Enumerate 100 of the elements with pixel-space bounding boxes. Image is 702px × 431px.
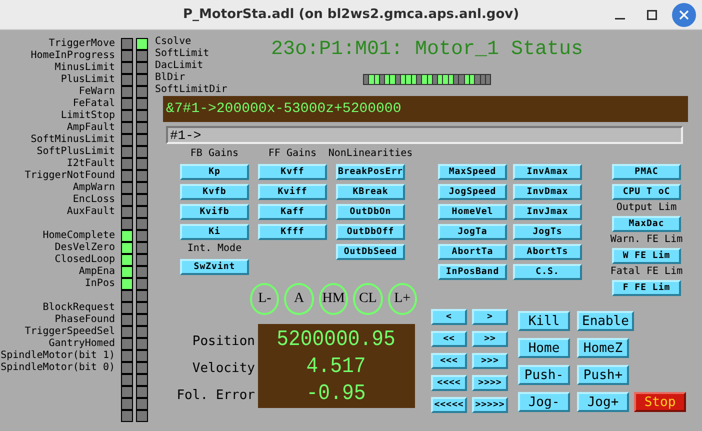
bit-label: Csolve (155, 36, 192, 48)
bit-label: AmpEna (78, 266, 115, 278)
readback-value: 4.517 (306, 353, 366, 380)
jog-button[interactable]: > (472, 309, 508, 325)
action-button[interactable]: HomeZ (577, 338, 629, 358)
readback-label: Fol. Error (176, 387, 255, 405)
gain-button[interactable]: Ki (180, 224, 249, 240)
bit-label: AmpWarn (72, 182, 115, 194)
bit-label: MinusLimit (54, 62, 115, 74)
close-button[interactable] (672, 3, 696, 27)
motion-button[interactable]: JogTs (513, 224, 582, 240)
motion-button[interactable]: InvAmax (513, 164, 582, 180)
maximize-icon (647, 10, 657, 20)
gain-button[interactable]: OutDbOff (336, 224, 405, 240)
action-button[interactable]: Enable (577, 311, 634, 331)
gain-button[interactable]: KBreak (336, 184, 405, 200)
action-button[interactable]: Kill (518, 311, 570, 331)
gain-button[interactable]: Kfff (258, 224, 327, 240)
jog-button[interactable]: >> (472, 331, 508, 347)
bit-label: SoftMinusLimit (30, 134, 115, 146)
group-heading: Fatal FE Lim (610, 266, 683, 278)
bit-label: DesVelZero (54, 242, 115, 254)
gain-button[interactable]: Kvfb (180, 184, 249, 200)
bit-label: AuxFault (66, 206, 115, 218)
gain-button[interactable]: Kp (180, 164, 249, 180)
limit-indicator: L+ (388, 283, 418, 315)
jog-button[interactable]: <<<<< (431, 397, 467, 413)
motion-button[interactable]: HomeVel (438, 204, 507, 220)
group-heading: Output Lim (616, 202, 677, 214)
action-button[interactable]: Push- (518, 365, 570, 385)
readback-label: Velocity (192, 360, 255, 378)
motion-button[interactable]: InvJmax (513, 204, 582, 220)
motion-button[interactable]: C.S. (513, 264, 582, 280)
bit-label: FeWarn (78, 86, 115, 98)
bit-label: SoftLimitDir (155, 84, 228, 96)
group-heading: FF Gains (268, 148, 317, 160)
group-heading: FB Gains (190, 148, 239, 160)
readback-label: Position (192, 333, 255, 351)
jog-button[interactable]: >>>>> (472, 397, 508, 413)
limit-indicator: CL (353, 283, 383, 315)
gain-button[interactable]: OutDbSeed (336, 244, 405, 260)
action-button[interactable]: Jog- (518, 392, 570, 412)
gain-button[interactable]: Kvff (258, 164, 327, 180)
bit-label: BlDir (155, 72, 186, 84)
action-button[interactable]: Push+ (577, 365, 629, 385)
group-heading: NonLinearities (328, 148, 413, 160)
bit-label: SpindleMotor(bit 0) (0, 362, 115, 374)
close-icon (679, 10, 689, 20)
motion-button[interactable]: MaxSpeed (438, 164, 507, 180)
group-heading: Warn. FE Lim (610, 234, 683, 246)
limit-button[interactable]: W FE Lim (612, 248, 681, 264)
gain-button[interactable]: Kviff (258, 184, 327, 200)
bit-label: SoftLimit (155, 48, 210, 60)
jog-button[interactable]: <<< (431, 353, 467, 369)
pmac-button[interactable]: CPU T oC (612, 184, 681, 200)
limit-indicator: L- (250, 283, 280, 315)
jog-button[interactable]: < (431, 309, 467, 325)
screen-title: 23o:P1:M01: Motor_1 Status (271, 37, 584, 63)
limit-button[interactable]: F FE Lim (612, 280, 681, 296)
bit-label: EncLoss (72, 194, 115, 206)
bit-label: TriggerMove (48, 38, 115, 50)
bit-label: ClosedLoop (54, 254, 115, 266)
jog-button[interactable]: >>> (472, 353, 508, 369)
bit-label: SpindleMotor(bit 1) (0, 350, 115, 362)
group-heading: Int. Mode (187, 243, 242, 255)
motion-button[interactable]: JogSpeed (438, 184, 507, 200)
bit-label: PlusLimit (60, 74, 115, 86)
gain-button[interactable]: Kaff (258, 204, 327, 220)
jog-button[interactable]: >>>> (472, 375, 508, 391)
command-field[interactable]: #1-> (166, 126, 683, 144)
jog-button[interactable]: <<<< (431, 375, 467, 391)
gain-button[interactable]: BreakPosErr (336, 164, 405, 180)
mode-button[interactable]: SwZvint (180, 259, 249, 275)
motion-button[interactable]: AbortTa (438, 244, 507, 260)
bit-label: SoftPlusLimit (36, 146, 115, 158)
motion-button[interactable]: InvDmax (513, 184, 582, 200)
bit-label: FeFatal (72, 98, 115, 110)
readback-value: -0.95 (306, 380, 366, 407)
gain-button[interactable]: Kvifb (180, 204, 249, 220)
limit-button[interactable]: MaxDac (612, 216, 681, 232)
readback-value: 5200000.95 (277, 326, 396, 353)
motion-button[interactable]: AbortTs (513, 244, 582, 260)
action-button[interactable]: Jog+ (577, 392, 629, 412)
action-button[interactable]: Home (518, 338, 570, 358)
motion-button[interactable]: JogTa (438, 224, 507, 240)
bit-label: InPos (84, 278, 115, 290)
bit-label: TriggerNotFound (24, 170, 115, 182)
bit-label: LimitStop (60, 110, 115, 122)
pmac-button[interactable]: PMAC (612, 164, 681, 180)
bit-label: BlockRequest (42, 302, 115, 314)
stop-button[interactable]: Stop (634, 392, 686, 412)
bit-label: HomeComplete (42, 230, 115, 242)
jog-button[interactable]: << (431, 331, 467, 347)
motion-button[interactable]: InPosBand (438, 264, 507, 280)
gain-button[interactable]: OutDbOn (336, 204, 405, 220)
bit-label: GantryHomed (48, 338, 115, 350)
bit-label: DacLimit (155, 60, 204, 72)
bit-label: I2tFault (66, 158, 115, 170)
limit-indicator: A (284, 283, 314, 315)
window-title: P_MotorSta.adl (on bl2ws2.gmca.aps.anl.gov) (182, 7, 520, 22)
